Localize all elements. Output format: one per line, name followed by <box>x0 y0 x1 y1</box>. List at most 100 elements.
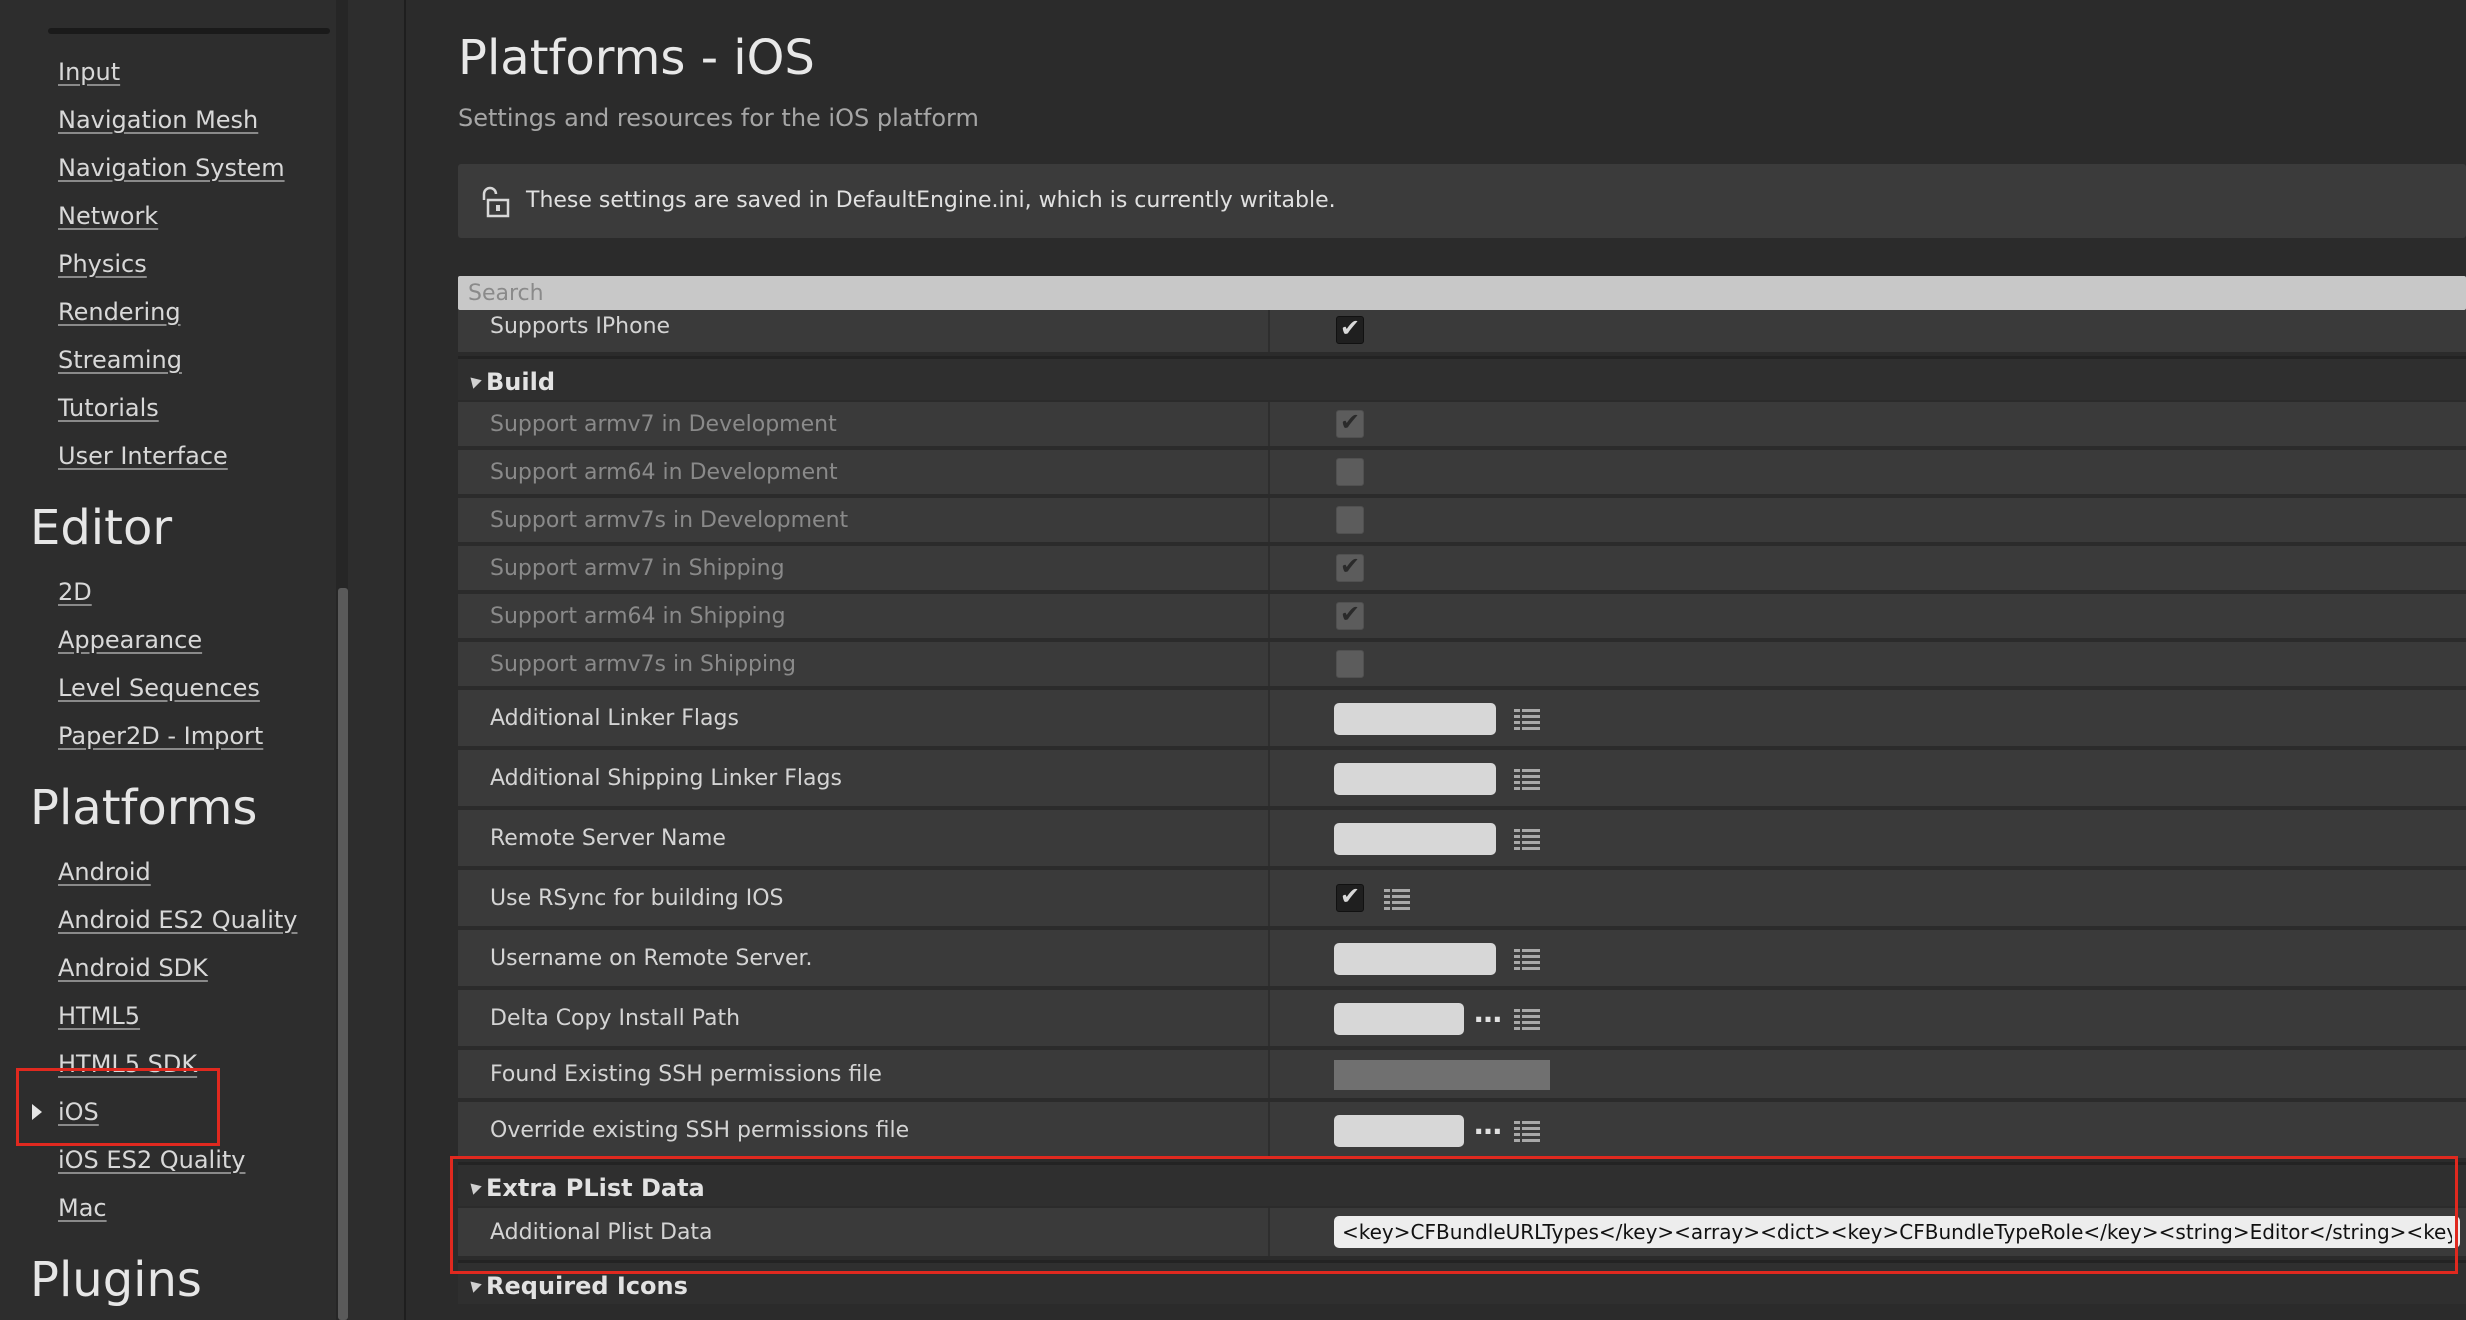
array-list-icon[interactable] <box>1514 826 1542 854</box>
array-list-icon[interactable] <box>1514 706 1542 734</box>
row-delta-copy-path: Delta Copy Install Path … <box>458 990 2466 1048</box>
array-list-icon[interactable] <box>1514 1006 1542 1034</box>
armv7-ship-checkbox[interactable] <box>1336 552 1364 582</box>
override-ssh-file-input[interactable] <box>1334 1115 1464 1147</box>
row-divider <box>1268 1050 1270 1098</box>
row-username-remote: Username on Remote Server. <box>458 930 2466 988</box>
row-label: Override existing SSH permissions file <box>490 1118 910 1143</box>
row-armv7s-ship: Support armv7s in Shipping <box>458 642 2466 688</box>
row-arm64-dev: Support arm64 in Development <box>458 450 2466 496</box>
row-found-ssh-file: Found Existing SSH permissions file <box>458 1050 2466 1100</box>
shipping-linker-flags-input[interactable] <box>1334 763 1496 795</box>
row-label: Username on Remote Server. <box>490 946 813 971</box>
remote-username-input[interactable] <box>1334 943 1496 975</box>
sidebar-item-mac[interactable]: Mac <box>58 1194 107 1222</box>
sidebar-item-user-interface[interactable]: User Interface <box>58 442 228 470</box>
sidebar-item-navigation-system[interactable]: Navigation System <box>58 154 285 182</box>
section-header-required-icons[interactable]: Required Icons <box>458 1260 2466 1304</box>
row-divider <box>1268 1102 1270 1158</box>
row-additional-plist-data: Additional Plist Data <box>458 1208 2466 1258</box>
sidebar-item-rendering[interactable]: Rendering <box>58 298 181 326</box>
use-rsync-checkbox[interactable] <box>1336 882 1364 912</box>
page-subtitle: Settings and resources for the iOS platf… <box>458 104 979 132</box>
row-label: Found Existing SSH permissions file <box>490 1062 882 1087</box>
sidebar-item-ios[interactable]: iOS <box>58 1098 99 1126</box>
row-armv7-dev: Support armv7 in Development <box>458 402 2466 448</box>
additional-plist-data-input[interactable] <box>1334 1216 2460 1248</box>
supports-iphone-checkbox[interactable] <box>1336 314 1364 344</box>
unlocked-lock-icon <box>482 186 510 218</box>
sidebar-item-html5-sdk[interactable]: HTML5 SDK <box>58 1050 197 1078</box>
collapse-triangle-icon <box>466 1179 482 1195</box>
sidebar-category-platforms: Platforms <box>30 780 258 836</box>
row-additional-linker-flags: Additional Linker Flags <box>458 690 2466 748</box>
highlight-box-ios <box>16 1068 220 1146</box>
section-title: Extra PList Data <box>486 1174 705 1202</box>
arm64-dev-checkbox[interactable] <box>1336 458 1364 486</box>
sidebar-item-html5[interactable]: HTML5 <box>58 1002 140 1030</box>
row-label: Additional Plist Data <box>490 1220 713 1245</box>
remote-server-name-input[interactable] <box>1334 823 1496 855</box>
sidebar-category-editor: Editor <box>30 500 173 556</box>
sidebar-item-appearance[interactable]: Appearance <box>58 626 202 654</box>
row-label: Delta Copy Install Path <box>490 1006 741 1031</box>
collapse-triangle-icon <box>466 1277 482 1293</box>
sidebar-item-navigation-mesh[interactable]: Navigation Mesh <box>58 106 258 134</box>
row-label: Support armv7 in Development <box>490 412 837 437</box>
row-divider <box>1268 990 1270 1046</box>
section-header-build[interactable]: Build <box>458 356 2466 400</box>
array-list-icon[interactable] <box>1514 766 1542 794</box>
row-arm64-ship: Support arm64 in Shipping <box>458 594 2466 640</box>
array-list-icon[interactable] <box>1384 886 1412 914</box>
sidebar-item-tutorials[interactable]: Tutorials <box>58 394 159 422</box>
sidebar-item-streaming[interactable]: Streaming <box>58 346 182 374</box>
armv7s-ship-checkbox[interactable] <box>1336 650 1364 678</box>
section-header-extra-plist[interactable]: Extra PList Data <box>458 1162 2466 1206</box>
row-armv7s-dev: Support armv7s in Development <box>458 498 2466 544</box>
row-divider <box>1268 930 1270 986</box>
sidebar-scrollbar-thumb[interactable] <box>338 588 348 1320</box>
row-use-rsync: Use RSync for building IOS <box>458 870 2466 928</box>
row-label: Support armv7 in Shipping <box>490 556 785 581</box>
settings-search-input[interactable] <box>458 276 2466 310</box>
row-label: Support arm64 in Shipping <box>490 604 786 629</box>
sidebar-item-2d[interactable]: 2D <box>58 578 92 606</box>
settings-sidebar: Input Navigation Mesh Navigation System … <box>0 0 406 1320</box>
sidebar-item-network[interactable]: Network <box>58 202 158 230</box>
sidebar-item-android[interactable]: Android <box>58 858 151 886</box>
sidebar-item-android-es2-quality[interactable]: Android ES2 Quality <box>58 906 297 934</box>
sidebar-item-paper2d-import[interactable]: Paper2D - Import <box>58 722 263 750</box>
sidebar-item-input[interactable]: Input <box>58 58 120 86</box>
selected-arrow-icon <box>32 1104 42 1120</box>
settings-property-list: Supports IPhone Build Support armv7 in D… <box>458 310 2466 1320</box>
sidebar-category-plugins: Plugins <box>30 1252 202 1308</box>
armv7-dev-checkbox[interactable] <box>1336 408 1364 438</box>
row-divider <box>1268 402 1270 446</box>
sidebar-item-physics[interactable]: Physics <box>58 250 147 278</box>
section-title: Required Icons <box>486 1272 688 1300</box>
sidebar-item-level-sequences[interactable]: Level Sequences <box>58 674 260 702</box>
row-divider <box>1268 310 1270 352</box>
row-label: Support arm64 in Development <box>490 460 838 485</box>
config-notice-text: These settings are saved in DefaultEngin… <box>526 188 1336 213</box>
array-list-icon[interactable] <box>1514 946 1542 974</box>
collapse-triangle-icon <box>466 373 482 389</box>
browse-ellipsis-button[interactable]: … <box>1474 1108 1502 1141</box>
delta-copy-path-input[interactable] <box>1334 1003 1464 1035</box>
arm64-ship-checkbox[interactable] <box>1336 600 1364 630</box>
additional-linker-flags-input[interactable] <box>1334 703 1496 735</box>
browse-ellipsis-button[interactable]: … <box>1474 996 1502 1029</box>
row-remote-server-name: Remote Server Name <box>458 810 2466 868</box>
armv7s-dev-checkbox[interactable] <box>1336 506 1364 534</box>
sidebar-item-ios-es2-quality[interactable]: iOS ES2 Quality <box>58 1146 245 1174</box>
array-list-icon[interactable] <box>1514 1118 1542 1146</box>
row-armv7-ship: Support armv7 in Shipping <box>458 546 2466 592</box>
row-supports-iphone: Supports IPhone <box>458 310 2466 354</box>
found-ssh-file-readonly <box>1334 1060 1550 1090</box>
row-label: Remote Server Name <box>490 826 726 851</box>
row-label: Support armv7s in Shipping <box>490 652 797 677</box>
row-divider <box>1268 750 1270 806</box>
row-override-ssh-file: Override existing SSH permissions file … <box>458 1102 2466 1160</box>
row-label: Additional Linker Flags <box>490 706 739 731</box>
sidebar-item-android-sdk[interactable]: Android SDK <box>58 954 208 982</box>
